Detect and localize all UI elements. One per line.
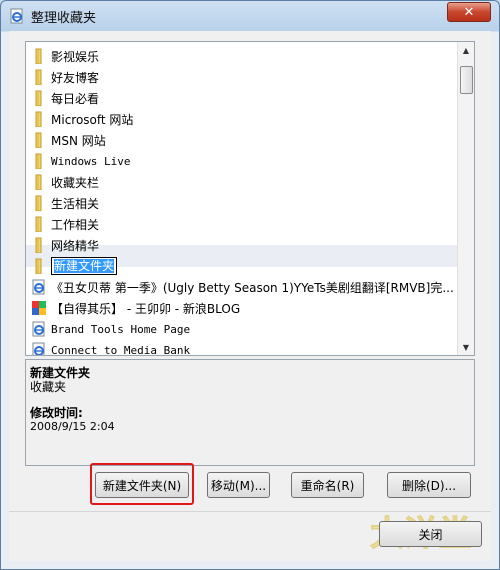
- list-item[interactable]: 网络精华: [31, 235, 99, 255]
- folder-icon: [31, 48, 47, 65]
- list-item[interactable]: 《丑女贝蒂 第一季》(Ugly Betty Season 1)YYeTs美剧组翻…: [31, 277, 454, 297]
- list-item-label: MSN 网站: [51, 133, 106, 148]
- folder-icon: [31, 111, 47, 128]
- folder-icon: [31, 258, 47, 275]
- list-item-label: 收藏夹栏: [51, 175, 100, 190]
- folder-icon: [31, 216, 47, 233]
- list-item-label: 影视娱乐: [51, 49, 100, 64]
- rename-button[interactable]: 重命名(R): [291, 472, 364, 498]
- folder-icon: [31, 69, 47, 86]
- detail-modified-label: 修改时间:: [30, 406, 83, 420]
- list-item[interactable]: 每日必看: [31, 88, 99, 108]
- folder-icon: [31, 174, 47, 191]
- list-item-label: 【自得其乐】 - 王卯卯 - 新浪BLOG: [51, 301, 241, 316]
- favorites-list[interactable]: 影视娱乐好友博客每日必看 Microsoft 网站 MSN 网站 Windows Li…: [25, 41, 475, 356]
- list-item-label: Windows Live: [51, 154, 131, 168]
- list-item-label: 新建文件夹: [54, 259, 115, 273]
- delete-button[interactable]: 删除(D)...: [387, 472, 471, 498]
- list-item[interactable]: 收藏夹栏: [31, 172, 99, 192]
- list-item[interactable]: Windows Live: [31, 151, 130, 171]
- list-item-label: 工作相关: [51, 217, 100, 232]
- organize-favorites-dialog: 整理收藏夹 ✕ 影视娱乐好友博客每日必看 Microsoft 网站 MSN 网站 Wi…: [0, 0, 500, 570]
- list-item-label: 《丑女贝蒂 第一季》(Ugly Betty Season 1)YYeTs美剧组翻…: [51, 280, 454, 295]
- detail-item-type: 收藏夹: [30, 380, 67, 394]
- dialog-body: 影视娱乐好友博客每日必看 Microsoft 网站 MSN 网站 Windows Li…: [9, 31, 491, 561]
- list-item[interactable]: 影视娱乐: [31, 46, 99, 66]
- scroll-down-arrow-icon[interactable]: ▼: [458, 339, 474, 355]
- folder-icon: [31, 153, 47, 170]
- list-item[interactable]: 生活相关: [31, 193, 99, 213]
- folder-icon: [31, 195, 47, 212]
- move-button[interactable]: 移动(M)...: [207, 472, 270, 498]
- list-item[interactable]: Connect to Media Bank: [31, 340, 191, 356]
- new-folder-button[interactable]: 新建文件夹(N): [95, 472, 189, 498]
- list-item[interactable]: 新建文件夹: [31, 256, 118, 276]
- list-item-label: Microsoft 网站: [51, 112, 134, 127]
- scroll-up-arrow-icon[interactable]: ▲: [458, 42, 474, 58]
- details-panel: 新建文件夹 收藏夹 修改时间: 2008/9/15 2:04: [25, 359, 475, 466]
- list-item[interactable]: 好友博客: [31, 67, 99, 87]
- folder-icon: [31, 90, 47, 107]
- window-title: 整理收藏夹: [31, 11, 97, 26]
- list-item[interactable]: 【自得其乐】 - 王卯卯 - 新浪BLOG: [31, 298, 240, 318]
- list-item[interactable]: Brand Tools Home Page: [31, 319, 190, 339]
- rename-edit-field[interactable]: 新建文件夹: [51, 257, 118, 275]
- ie-page-icon: [31, 279, 47, 295]
- detail-modified-value: 2008/9/15 2:04: [30, 420, 115, 433]
- folder-icon: [31, 237, 47, 254]
- vertical-scrollbar[interactable]: ▲ ▼: [457, 42, 474, 355]
- list-item-label: 好友博客: [51, 70, 100, 85]
- list-item[interactable]: 工作相关: [31, 214, 99, 234]
- list-item-label: Connect to Media Bank: [51, 343, 191, 356]
- close-button[interactable]: 关闭: [379, 521, 482, 547]
- list-item[interactable]: Microsoft 网站: [31, 109, 133, 129]
- ie-page-icon: [31, 321, 47, 337]
- folder-icon: [31, 132, 47, 149]
- ie-page-icon: [10, 8, 23, 24]
- list-item-label: 生活相关: [51, 196, 100, 211]
- list-item[interactable]: MSN 网站: [31, 130, 106, 150]
- title-bar[interactable]: 整理收藏夹 ✕: [1, 1, 499, 31]
- list-item-label: Brand Tools Home Page: [51, 322, 191, 336]
- list-item-label: 网络精华: [51, 238, 100, 253]
- window-close-button[interactable]: ✕: [447, 2, 491, 22]
- ie-page-icon: [31, 342, 47, 355]
- close-icon: ✕: [463, 4, 475, 20]
- site-favicon-icon: [31, 300, 47, 316]
- scroll-thumb[interactable]: [460, 66, 473, 94]
- list-item-label: 每日必看: [51, 91, 100, 106]
